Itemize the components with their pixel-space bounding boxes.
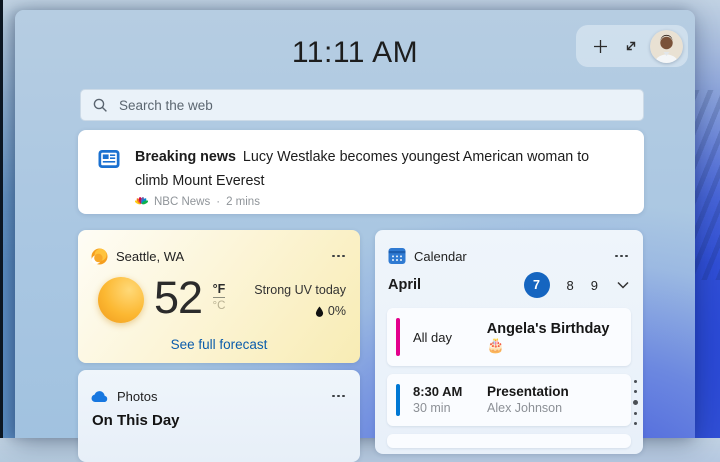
droplet-icon	[315, 306, 324, 317]
calendar-scroll-indicator[interactable]	[633, 380, 638, 425]
event-presentation[interactable]: 8:30 AM 30 min Presentation Alex Johnson	[387, 374, 631, 426]
search-bar[interactable]	[80, 89, 644, 121]
plus-icon	[592, 38, 609, 55]
news-content: Breaking newsLucy Westlake becomes young…	[135, 145, 624, 214]
event-time-column: 8:30 AM 30 min	[413, 383, 487, 426]
precipitation-value: 0%	[328, 304, 346, 318]
news-tag: Breaking news	[135, 149, 236, 165]
uv-alert: Strong UV today	[254, 283, 346, 297]
calendar-month-row: April 7 8 9	[388, 271, 631, 299]
cloud-icon	[91, 390, 109, 403]
photos-widget[interactable]: Photos On This Day	[78, 370, 360, 462]
event-main-column: Presentation Alex Johnson	[487, 383, 569, 426]
event-time: 8:30 AM	[413, 383, 487, 400]
see-full-forecast-link[interactable]: See full forecast	[78, 337, 360, 352]
celsius-toggle[interactable]: °C	[209, 300, 229, 312]
add-widget-button[interactable]	[589, 35, 611, 57]
calendar-app-title: Calendar	[414, 249, 467, 264]
calendar-more-options-button[interactable]	[613, 251, 630, 262]
event-title: Angela's Birthday 🎂	[487, 321, 631, 354]
chevron-down-icon[interactable]	[615, 279, 631, 291]
event-time: All day	[413, 330, 487, 345]
event-accent-bar	[396, 318, 400, 356]
avatar-image	[650, 30, 683, 63]
weather-location: Seattle, WA	[116, 249, 184, 264]
cake-emoji: 🎂	[487, 338, 505, 354]
fahrenheit-toggle[interactable]: °F	[213, 282, 226, 298]
photos-app-title: Photos	[117, 389, 157, 404]
desktop-wallpaper-streaks	[694, 90, 720, 280]
precipitation-row: 0%	[254, 304, 346, 318]
on-this-day-heading: On This Day	[92, 412, 180, 429]
event-accent-bar	[396, 384, 400, 416]
calendar-icon	[388, 247, 406, 265]
widgets-panel: 11:11 AM	[15, 10, 695, 438]
news-icon	[98, 148, 120, 170]
user-avatar[interactable]	[650, 30, 683, 63]
news-headline: Breaking newsLucy Westlake becomes young…	[135, 145, 624, 193]
news-source-row: NBC News · 2 mins	[135, 196, 624, 208]
weather-widget[interactable]: Seattle, WA 52 °F °C Strong UV today 0% …	[78, 230, 360, 363]
news-source: NBC News	[154, 196, 210, 208]
news-separator: ·	[216, 196, 220, 208]
news-card[interactable]: Breaking newsLucy Westlake becomes young…	[78, 130, 644, 214]
calendar-widget: Calendar April 7 8 9 All day Angela's Bi…	[375, 230, 643, 454]
event-person: Alex Johnson	[487, 400, 569, 417]
widgets-toolbar	[576, 25, 688, 67]
temperature-value: 52	[154, 272, 202, 324]
photos-header: Photos	[78, 370, 360, 410]
sunny-condition-icon	[98, 277, 144, 323]
search-input[interactable]	[117, 97, 631, 114]
photos-more-options-button[interactable]	[330, 391, 347, 402]
event-birthday[interactable]: All day Angela's Birthday 🎂	[387, 308, 631, 366]
expand-panel-button[interactable]	[620, 35, 642, 57]
event-title-text: Angela's Birthday	[487, 321, 610, 337]
date-9[interactable]: 9	[591, 278, 598, 293]
weather-header: Seattle, WA	[78, 230, 360, 270]
weather-details: Strong UV today 0%	[254, 283, 346, 318]
weather-more-options-button[interactable]	[330, 251, 347, 262]
calendar-header: Calendar	[375, 230, 643, 270]
nbc-peacock-icon	[135, 196, 148, 208]
event-next-partial[interactable]	[387, 434, 631, 448]
date-7-selected[interactable]: 7	[524, 272, 550, 298]
date-strip: 7 8 9	[524, 272, 631, 298]
screen-left-edge	[0, 0, 3, 438]
expand-icon	[623, 38, 639, 54]
weather-sun-icon	[91, 248, 108, 265]
event-duration: 30 min	[413, 400, 487, 417]
unit-toggle: °F °C	[209, 280, 229, 312]
event-list: All day Angela's Birthday 🎂 8:30 AM 30 m…	[387, 308, 631, 456]
search-icon	[93, 98, 108, 113]
date-8[interactable]: 8	[567, 278, 574, 293]
event-title: Presentation	[487, 383, 569, 400]
month-label: April	[388, 277, 421, 293]
news-age: 2 mins	[226, 196, 260, 208]
